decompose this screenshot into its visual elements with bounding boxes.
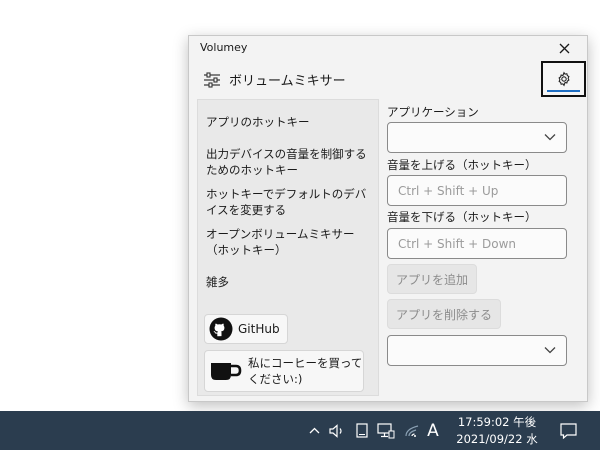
sliders-icon: [204, 72, 220, 88]
page-header: ボリュームミキサー: [189, 64, 587, 96]
chevron-down-icon: [544, 347, 556, 354]
chevron-down-icon: [544, 134, 556, 141]
page-title: ボリュームミキサー: [229, 74, 346, 89]
notification-icon: [559, 422, 577, 439]
sidebar-item-open-mixer-hotkey[interactable]: オープンボリュームミキサー（ホットキー）: [206, 226, 374, 258]
sidebar-item-default-device-hotkeys[interactable]: ホットキーでデフォルトのデバイスを変更する: [206, 186, 374, 218]
app-select-label: アプリケーション: [387, 105, 479, 119]
buy-coffee-button[interactable]: 私にコーヒーを買ってください:): [204, 350, 364, 392]
speaker-icon: [328, 423, 342, 438]
gear-icon: [557, 71, 570, 87]
network-tray-button[interactable]: [375, 411, 397, 450]
volume-down-hotkey-input[interactable]: [387, 228, 567, 259]
volume-tray-button[interactable]: [327, 411, 347, 450]
app-hotkey-form: アプリケーション 音量を上げる（ホットキー） 音量を下げる（ホットキー） アプリ…: [387, 102, 569, 396]
github-label: GitHub: [238, 322, 280, 336]
close-icon: [559, 43, 569, 53]
settings-active-indicator: [547, 90, 580, 92]
volume-up-label: 音量を上げる（ホットキー）: [387, 158, 537, 172]
volumey-window: Volumey ボリュームミキサー アプリのホットキー 出力デバイスの音量を制御…: [188, 35, 588, 402]
clock-time: 17:59:02 午後: [457, 415, 537, 429]
close-button[interactable]: [551, 38, 577, 58]
tablet-tray-button[interactable]: [353, 411, 371, 450]
taskbar: A 17:59:02 午後 2021/09/22 水: [0, 411, 600, 450]
wifi-tray-button[interactable]: [402, 411, 422, 450]
network-icon: [377, 422, 395, 438]
clock[interactable]: 17:59:02 午後 2021/09/22 水: [452, 414, 542, 448]
add-app-button[interactable]: アプリを追加: [387, 264, 478, 294]
title-bar: Volumey: [189, 36, 587, 60]
app-select-dropdown[interactable]: [387, 122, 567, 153]
github-icon: [209, 317, 233, 341]
show-hidden-icons-button[interactable]: [306, 411, 322, 450]
clock-date: 2021/09/22 水: [456, 432, 538, 446]
window-title: Volumey: [200, 41, 248, 54]
remove-app-button[interactable]: アプリを削除する: [387, 299, 502, 329]
settings-button[interactable]: [541, 61, 586, 97]
sidebar-item-misc[interactable]: 雑多: [206, 274, 374, 290]
coffee-cup-icon: [211, 363, 242, 380]
sidebar-item-app-hotkeys[interactable]: アプリのホットキー: [206, 114, 374, 130]
sidebar: アプリのホットキー 出力デバイスの音量を制御するためのホットキー ホットキーでデ…: [197, 99, 379, 396]
ime-mode-indicator[interactable]: A: [424, 411, 442, 450]
volume-down-label: 音量を下げる（ホットキー）: [387, 210, 537, 224]
app-list-dropdown[interactable]: [387, 335, 567, 366]
wifi-icon: [405, 424, 419, 437]
tablet-icon: [356, 423, 368, 438]
chevron-up-icon: [309, 427, 319, 434]
github-button[interactable]: GitHub: [204, 314, 288, 344]
volume-up-hotkey-input[interactable]: [387, 175, 567, 206]
buy-coffee-label: 私にコーヒーを買ってください:): [248, 356, 363, 386]
action-center-button[interactable]: [556, 411, 580, 450]
sidebar-item-output-device-hotkeys[interactable]: 出力デバイスの音量を制御するためのホットキー: [206, 146, 374, 178]
